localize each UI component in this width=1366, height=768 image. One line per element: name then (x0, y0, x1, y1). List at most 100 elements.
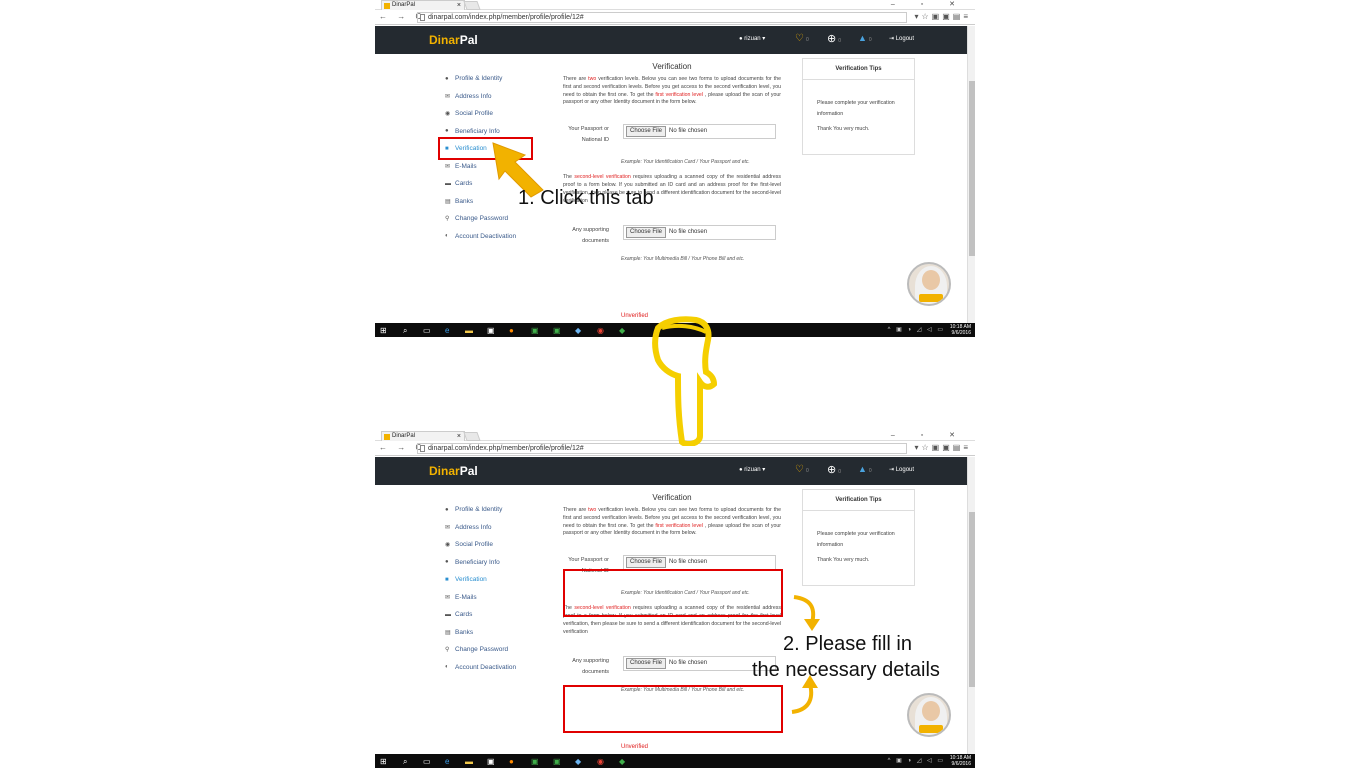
logo[interactable]: DinarPal (429, 464, 478, 478)
browser-tab[interactable]: DinarPal × (381, 431, 465, 441)
close-tab-icon[interactable]: × (457, 1, 461, 10)
heart-icon[interactable]: ♡ 0 (795, 33, 809, 44)
card-icon: ▬ (445, 180, 451, 187)
app-icon[interactable]: ▣ (553, 326, 561, 335)
bell-icon[interactable]: ▲ 0 (858, 33, 872, 43)
step1-label: 1. Click this tab (518, 187, 654, 209)
new-tab-button[interactable] (463, 1, 481, 10)
passport-section-highlight (563, 569, 783, 617)
folder-icon[interactable]: ▬ (465, 757, 473, 766)
app-icon[interactable]: ◆ (575, 326, 581, 335)
sidebar-item-social[interactable]: ◉ Social Profile (445, 105, 555, 123)
choose-file-button[interactable]: Choose File (626, 126, 667, 138)
bank-icon: ▤ (445, 198, 451, 205)
site: DinarPal ● rizuan ▾ ♡ 0 ⊕ 0 ▲ 0 ⇥ Logout ● P… (375, 26, 967, 323)
choose-file-button[interactable]: Choose File (626, 658, 667, 670)
clock: 10:18 AM 9/6/2016 (949, 324, 971, 336)
passport-label: Your Passport or National ID (568, 126, 609, 144)
status-text: Unverified (621, 313, 649, 319)
logo[interactable]: DinarPal (429, 33, 478, 47)
supporting-file-input[interactable]: Choose File No file chosen (623, 225, 776, 241)
sidebar-item-profile[interactable]: ● Profile & Identity (445, 501, 555, 519)
intro-text: There are two verification levels. Below… (563, 507, 781, 537)
app-icon[interactable]: ◆ (619, 757, 625, 766)
sidebar-item-deactivation[interactable]: ◐ Account Deactivation (445, 228, 555, 246)
firefox-icon[interactable]: ● (509, 326, 514, 335)
top-nav: DinarPal ● rizuan ▾ ♡ 0 ⊕ 0 ▲ 0 ⇥ Logout (375, 457, 967, 485)
sidebar-item-password[interactable]: ⚲ Change Password (445, 210, 555, 228)
status-text: Unverified (621, 744, 649, 750)
app-icon[interactable]: ▣ (553, 757, 561, 766)
tips-body: Please complete your verification inform… (817, 531, 895, 563)
window-controls[interactable]: ‒ ▫ ✕ (891, 0, 967, 8)
url-input[interactable]: dinarpal.com/index.php/member/profile/pr… (417, 12, 907, 23)
sidebar-item-address[interactable]: ✉ Address Info (445, 88, 555, 106)
system-tray[interactable]: ^ ▣ ◑ ◿ ◁ ▭ (888, 757, 945, 764)
page-icon (420, 14, 425, 21)
edge-icon[interactable]: e (445, 757, 449, 766)
sidebar-item-verification[interactable]: ■ Verification (445, 571, 555, 589)
sidebar-item-profile[interactable]: ● Profile & Identity (445, 70, 555, 88)
search-icon[interactable]: ⌕ (403, 326, 407, 336)
favicon-icon (384, 434, 390, 440)
bell-icon[interactable]: ▲ 0 (858, 464, 872, 474)
sidebar-item-banks[interactable]: ▤ Banks (445, 624, 555, 642)
users-icon: ● (445, 128, 449, 135)
extensions[interactable]: ▾☆▣▣▤≡ (914, 12, 971, 21)
task-view-icon[interactable]: ▭ (423, 757, 431, 766)
browser-tab[interactable]: DinarPal × (381, 0, 465, 10)
support-avatar[interactable] (907, 693, 951, 737)
windows-start-icon[interactable]: ⊞ (380, 326, 387, 335)
logout-link[interactable]: ⇥ Logout (889, 466, 914, 473)
new-tab-button[interactable] (463, 432, 481, 441)
system-tray[interactable]: ^ ▣ ◑ ◿ ◁ ▭ (888, 326, 945, 333)
sidebar-item-deactivation[interactable]: ◐ Account Deactivation (445, 659, 555, 677)
choose-file-button[interactable]: Choose File (626, 557, 667, 569)
choose-file-button[interactable]: Choose File (626, 227, 667, 239)
chrome-icon[interactable]: ◉ (597, 757, 604, 766)
edge-icon[interactable]: e (445, 326, 449, 335)
page-title: Verification (652, 62, 692, 71)
scrollbar[interactable] (967, 26, 975, 323)
app-icon[interactable]: ◆ (619, 326, 625, 335)
verification-tips: Verification Tips Please complete your v… (802, 489, 915, 586)
firefox-icon[interactable]: ● (509, 757, 514, 766)
user-icon: ● (445, 506, 449, 513)
scrollbar[interactable] (967, 457, 975, 754)
sidebar-item-beneficiary[interactable]: ● Beneficiary Info (445, 554, 555, 572)
task-view-icon[interactable]: ▭ (423, 326, 431, 335)
user-menu[interactable]: ● rizuan ▾ (739, 35, 765, 42)
screenshot-step-1: DinarPal × ‒ ▫ ✕ ← → C dinarpal.com/index… (375, 0, 975, 337)
sidebar-item-social[interactable]: ◉ Social Profile (445, 536, 555, 554)
store-icon[interactable]: ▣ (487, 757, 495, 766)
store-icon[interactable]: ▣ (487, 326, 495, 335)
user-icon: ● (445, 75, 449, 82)
search-icon[interactable]: ⌕ (403, 757, 407, 767)
app-icon[interactable]: ▣ (531, 326, 539, 335)
heart-icon[interactable]: ♡ 0 (795, 464, 809, 475)
sidebar-item-emails[interactable]: ✉ E-Mails (445, 589, 555, 607)
step2-top-arrow-icon (793, 595, 820, 631)
close-tab-icon[interactable]: × (457, 432, 461, 441)
sidebar-item-password[interactable]: ⚲ Change Password (445, 641, 555, 659)
app-icon[interactable]: ◆ (575, 757, 581, 766)
sidebar-item-address[interactable]: ✉ Address Info (445, 519, 555, 537)
screenshot-step-2: DinarPal × ‒ ▫ ✕ ← → C dinarpal.com/index… (375, 431, 975, 768)
passport-file-input[interactable]: Choose File No file chosen (623, 555, 776, 571)
support-avatar[interactable] (907, 262, 951, 306)
windows-start-icon[interactable]: ⊞ (380, 757, 387, 766)
window-controls[interactable]: ‒ ▫ ✕ (891, 431, 967, 439)
folder-icon[interactable]: ▬ (465, 326, 473, 335)
extensions[interactable]: ▾☆▣▣▤≡ (914, 443, 971, 452)
app-icon[interactable]: ▣ (531, 757, 539, 766)
passport-file-input[interactable]: Choose File No file chosen (623, 124, 776, 140)
globe-icon: ◉ (445, 111, 451, 118)
sidebar-item-cards[interactable]: ▬ Cards (445, 606, 555, 624)
logout-link[interactable]: ⇥ Logout (889, 35, 914, 42)
globe-icon[interactable]: ⊕ 0 (827, 463, 841, 476)
adjust-icon: ◐ (445, 664, 449, 671)
chrome-icon[interactable]: ◉ (597, 326, 604, 335)
user-menu[interactable]: ● rizuan ▾ (739, 466, 765, 473)
globe-icon[interactable]: ⊕ 0 (827, 32, 841, 45)
step2-label-line2: the necessary details (752, 659, 940, 681)
